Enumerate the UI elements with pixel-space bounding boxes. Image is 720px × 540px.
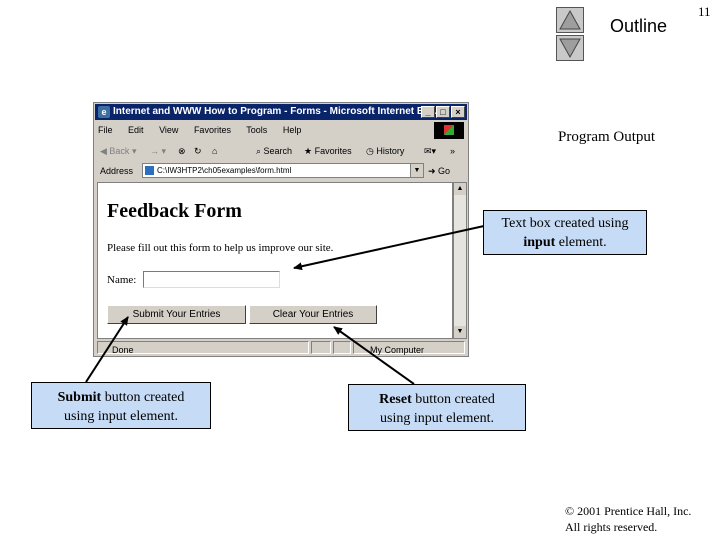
callout-reset-line2: using input element. (380, 411, 494, 426)
copyright: © 2001 Prentice Hall, Inc. All rights re… (565, 503, 691, 535)
arrow-to-name-input (293, 225, 485, 271)
arrow-to-reset-button (333, 326, 415, 385)
callout-arrows (85, 225, 485, 385)
callout-submit: Submit button created using input elemen… (31, 382, 211, 429)
callout-submit-bold: Submit (57, 390, 102, 405)
copyright-line2: All rights reserved. (565, 520, 658, 534)
callout-text-box-rest: element. (555, 235, 607, 250)
callout-submit-rest: button created (101, 390, 185, 405)
arrow-to-submit-button (85, 316, 129, 383)
callout-reset-bold: Reset (379, 392, 412, 407)
callout-reset: Reset button created using input element… (348, 384, 526, 431)
callout-submit-line2: using input element. (64, 409, 178, 424)
callout-text-box-line1: Text box created using (501, 216, 629, 231)
callout-reset-rest: button created (411, 392, 495, 407)
callout-text-box: Text box created using input element. (483, 210, 647, 255)
callout-text-box-bold: input (523, 235, 556, 250)
copyright-line1: © 2001 Prentice Hall, Inc. (565, 504, 692, 518)
